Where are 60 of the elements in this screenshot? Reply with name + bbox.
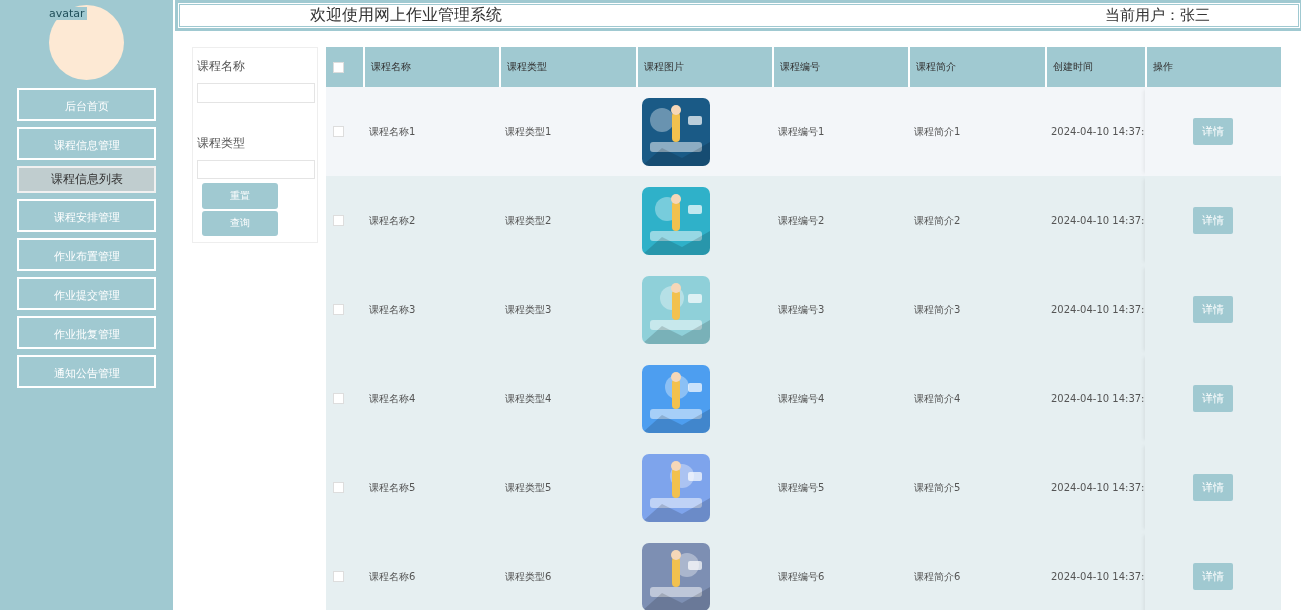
detail-button[interactable]: 详情	[1193, 474, 1233, 501]
table-cell: 课程简介3	[914, 302, 961, 317]
table-cell: 课程名称5	[369, 480, 416, 495]
menu-item[interactable]: 作业提交管理	[17, 277, 156, 310]
checkbox[interactable]	[333, 61, 344, 73]
table-cell: 课程类型5	[505, 480, 552, 495]
table-cell: 2024-04-10 14:37:	[1051, 215, 1145, 226]
menu-item[interactable]: 作业批复管理	[17, 316, 156, 349]
table-cell: 课程简介1	[914, 124, 961, 139]
table-cell: 课程名称3	[369, 302, 416, 317]
filter-button[interactable]: 重置	[202, 183, 278, 209]
table-cell: 课程编号1	[778, 124, 825, 139]
checkbox[interactable]	[333, 393, 344, 404]
menu-item[interactable]: 作业布置管理	[17, 238, 156, 271]
checkbox[interactable]	[333, 571, 344, 582]
field-label: 课程名称	[197, 58, 245, 75]
field-label: 课程类型	[197, 134, 245, 152]
table-cell: 课程编号4	[778, 391, 825, 406]
broken-image-text: avatar	[47, 7, 87, 20]
page-title: 欢迎使用网上作业管理系统	[310, 5, 502, 26]
table-cell: 2024-04-10 14:37:	[1051, 304, 1145, 315]
filter-button[interactable]: 查询	[202, 210, 278, 236]
checkbox[interactable]	[333, 482, 344, 493]
table-cell: 课程类型1	[505, 124, 552, 139]
table-cell: 课程简介6	[914, 569, 961, 584]
table-cell: 课程名称2	[369, 213, 416, 228]
current-user: 当前用户：张三	[1105, 6, 1210, 25]
checkbox[interactable]	[333, 126, 344, 137]
detail-button[interactable]: 详情	[1193, 563, 1233, 590]
table-cell: 课程名称4	[369, 391, 416, 406]
detail-button[interactable]: 详情	[1193, 207, 1233, 234]
input-field[interactable]	[197, 83, 315, 103]
table-cell: 2024-04-10 14:37:	[1051, 482, 1145, 493]
detail-button[interactable]: 详情	[1193, 385, 1233, 412]
checkbox[interactable]	[333, 215, 344, 226]
checkbox[interactable]	[333, 304, 344, 315]
table-cell: 课程编号5	[778, 480, 825, 495]
table-cell: 课程简介4	[914, 391, 961, 406]
detail-button[interactable]: 详情	[1193, 296, 1233, 323]
detail-button[interactable]: 详情	[1193, 118, 1233, 145]
input-field[interactable]	[197, 159, 315, 180]
table-cell: 课程名称6	[369, 569, 416, 584]
table-cell: 课程编号6	[778, 569, 825, 584]
table-cell: 课程类型6	[505, 569, 552, 584]
table-cell: 课程名称1	[369, 124, 416, 139]
table-cell: 2024-04-10 14:37:	[1051, 126, 1145, 137]
table-cell: 课程类型4	[505, 391, 552, 406]
table-cell: 课程编号2	[778, 213, 825, 228]
table-cell: 课程编号3	[778, 302, 825, 317]
table-cell: 课程简介5	[914, 480, 961, 495]
menu-item[interactable]: 课程信息管理	[17, 127, 156, 160]
table-cell: 2024-04-10 14:37:	[1051, 571, 1145, 582]
menu-item[interactable]: 后台首页	[17, 88, 156, 121]
table-cell: 课程类型3	[505, 302, 552, 317]
menu-item[interactable]: 课程信息列表	[17, 166, 156, 193]
table-cell: 课程简介2	[914, 213, 961, 228]
menu-item[interactable]: 通知公告管理	[17, 355, 156, 388]
table-cell: 2024-04-10 14:37:	[1051, 393, 1145, 404]
table-cell: 课程类型2	[505, 213, 552, 228]
menu-item[interactable]: 课程安排管理	[17, 199, 156, 232]
